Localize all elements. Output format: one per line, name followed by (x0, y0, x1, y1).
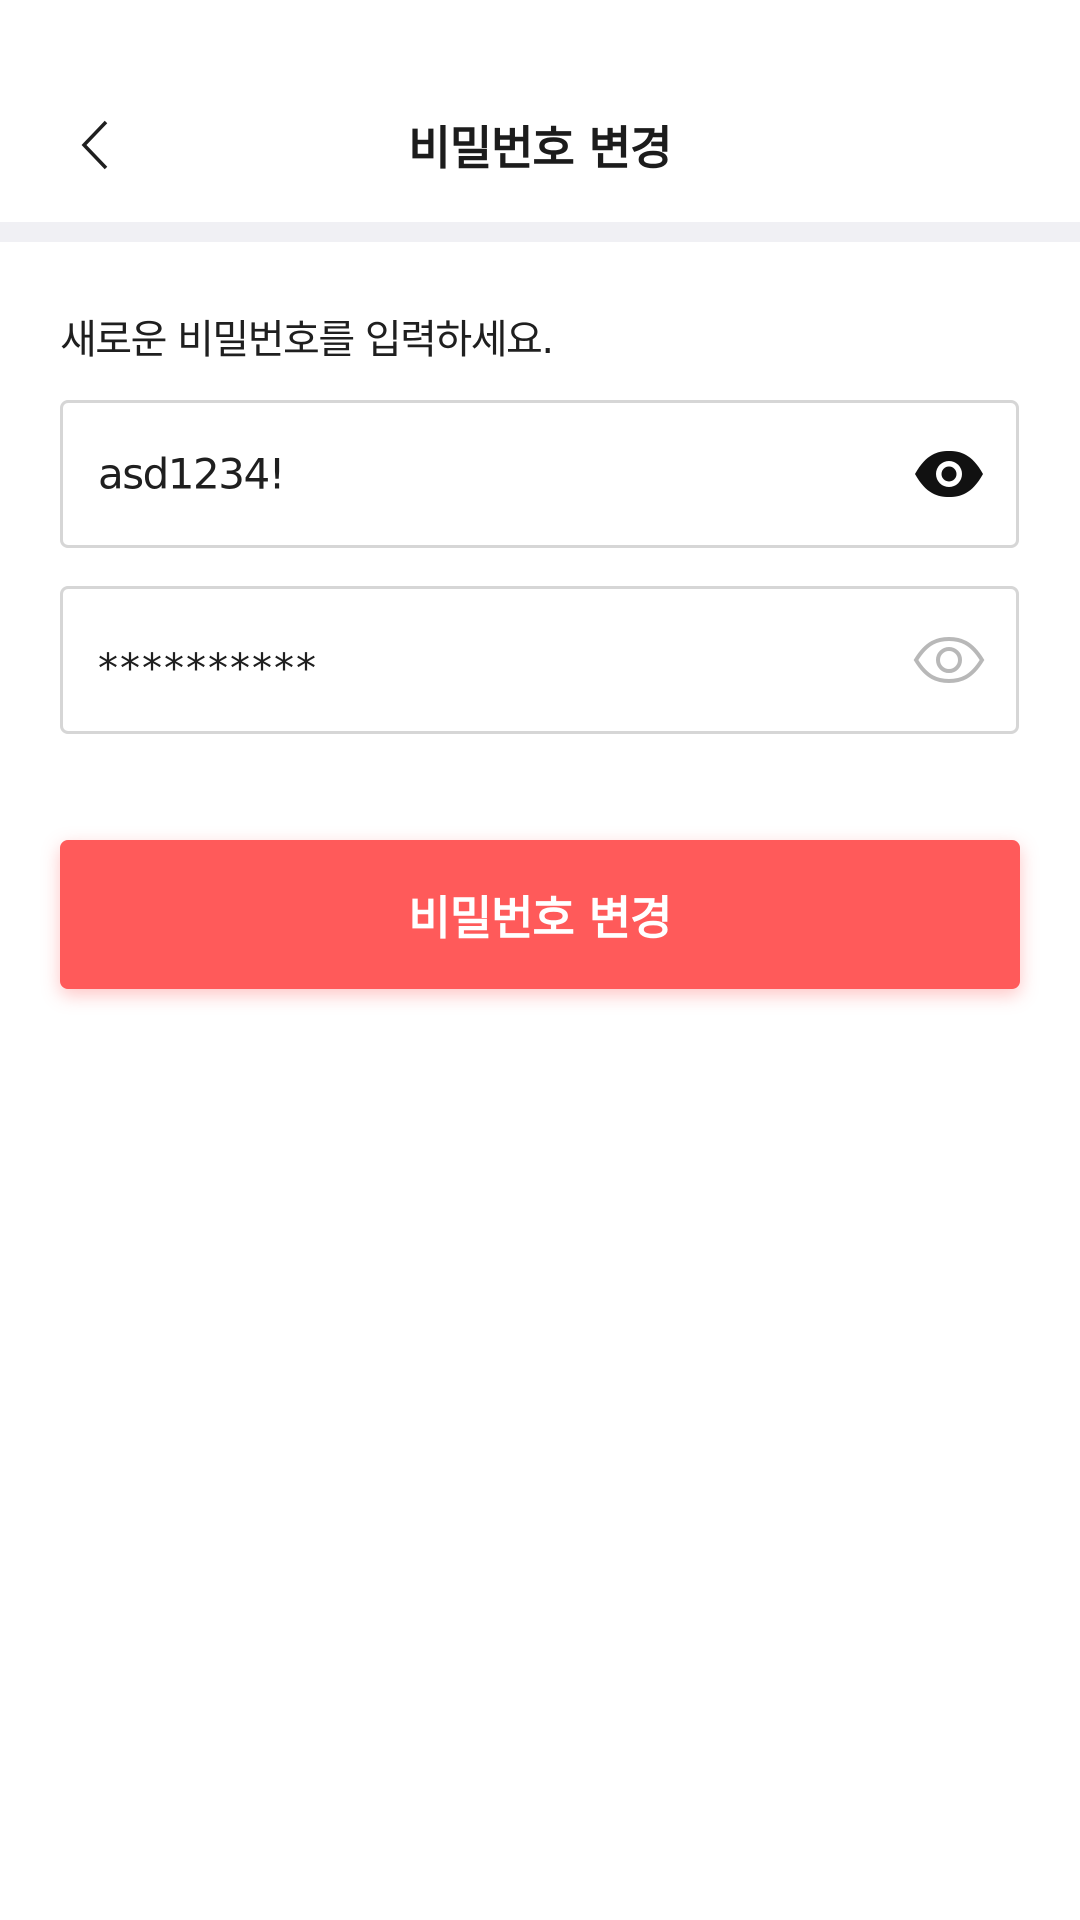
eye-icon (915, 451, 983, 497)
page-title: 비밀번호 변경 (408, 121, 673, 175)
app-header: 비밀번호 변경 (0, 0, 1080, 222)
new-password-input[interactable]: asd1234! (98, 450, 878, 499)
instruction-text: 새로운 비밀번호를 입력하세요. (60, 317, 554, 363)
confirm-password-field[interactable]: ********** (60, 586, 1019, 734)
show-confirm-password-toggle[interactable] (912, 633, 986, 687)
change-password-button-label: 비밀번호 변경 (408, 890, 673, 945)
new-password-field[interactable]: asd1234! (60, 400, 1019, 548)
change-password-button[interactable]: 비밀번호 변경 (60, 840, 1020, 989)
eye-icon (913, 636, 985, 684)
header-divider (0, 222, 1080, 242)
show-password-toggle[interactable] (912, 447, 986, 501)
confirm-password-input[interactable]: ********** (98, 646, 878, 692)
